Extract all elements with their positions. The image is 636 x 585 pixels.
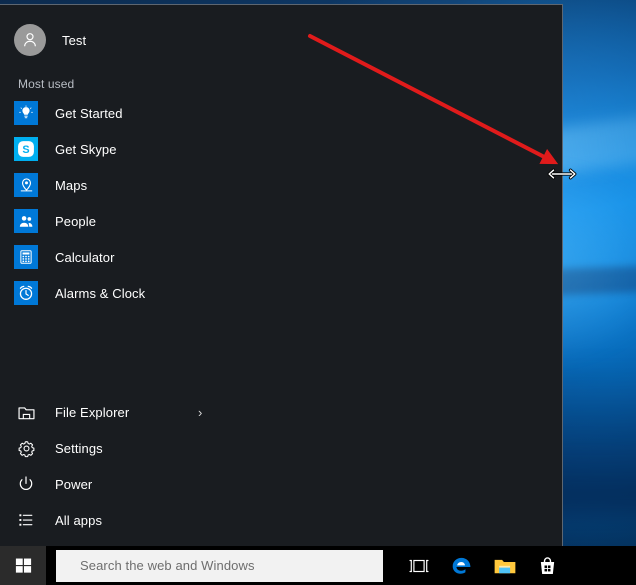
app-item-calculator[interactable]: Calculator — [0, 239, 562, 275]
person-icon — [24, 33, 36, 47]
file-explorer-button[interactable] — [483, 546, 526, 585]
windows-logo-icon — [15, 558, 31, 573]
app-item-maps[interactable]: Maps — [0, 167, 562, 203]
screen: Test Most used Get Started S Get Skype M… — [0, 0, 636, 585]
power-icon — [14, 472, 38, 496]
nav-item-settings[interactable]: Settings — [0, 430, 562, 466]
calculator-icon — [14, 245, 38, 269]
edge-button[interactable] — [440, 546, 483, 585]
search-placeholder: Search the web and Windows — [80, 558, 255, 573]
app-label: Get Skype — [55, 141, 117, 157]
nav-label: All apps — [55, 512, 103, 528]
task-view-icon — [408, 559, 429, 572]
app-label: Calculator — [55, 249, 115, 265]
nav-item-all-apps[interactable]: All apps — [0, 502, 562, 538]
app-label: People — [55, 213, 97, 229]
start-button[interactable] — [0, 546, 46, 585]
nav-label: File Explorer — [55, 404, 130, 420]
map-pin-icon — [14, 173, 38, 197]
edge-icon — [452, 557, 471, 574]
task-view-button[interactable] — [397, 546, 440, 585]
user-name-label: Test — [62, 32, 87, 48]
app-item-alarms-clock[interactable]: Alarms & Clock — [0, 275, 562, 311]
app-item-people[interactable]: People — [0, 203, 562, 239]
app-item-get-skype[interactable]: S Get Skype — [0, 131, 562, 167]
skype-icon: S — [14, 137, 38, 161]
app-label: Get Started — [55, 105, 123, 121]
store-button[interactable] — [526, 546, 569, 585]
lightbulb-icon — [14, 101, 38, 125]
taskbar: Search the web and Windows — [0, 546, 636, 585]
nav-item-power[interactable]: Power — [0, 466, 562, 502]
people-icon — [14, 209, 38, 233]
folder-icon — [14, 400, 38, 424]
app-list-icon — [14, 508, 38, 532]
start-menu-bottom-nav: File Explorer › Settings Power All apps — [0, 394, 562, 538]
svg-text:S: S — [22, 144, 29, 156]
search-input[interactable]: Search the web and Windows — [56, 549, 383, 582]
app-label: Maps — [55, 177, 88, 193]
folder-icon — [494, 559, 515, 573]
taskbar-buttons — [397, 546, 569, 585]
chevron-right-icon: › — [198, 404, 203, 420]
nav-item-file-explorer[interactable]: File Explorer › — [0, 394, 562, 430]
alarm-clock-icon — [14, 281, 38, 305]
start-menu[interactable]: Test Most used Get Started S Get Skype M… — [0, 4, 563, 546]
nav-label: Power — [55, 476, 93, 492]
nav-label: Settings — [55, 440, 103, 456]
most-used-header: Most used — [18, 77, 75, 91]
app-label: Alarms & Clock — [55, 285, 146, 301]
user-account-row[interactable]: Test — [0, 20, 562, 60]
avatar[interactable] — [14, 24, 46, 56]
gear-icon — [14, 436, 38, 460]
store-bag-icon — [540, 556, 555, 574]
app-item-get-started[interactable]: Get Started — [0, 95, 562, 131]
